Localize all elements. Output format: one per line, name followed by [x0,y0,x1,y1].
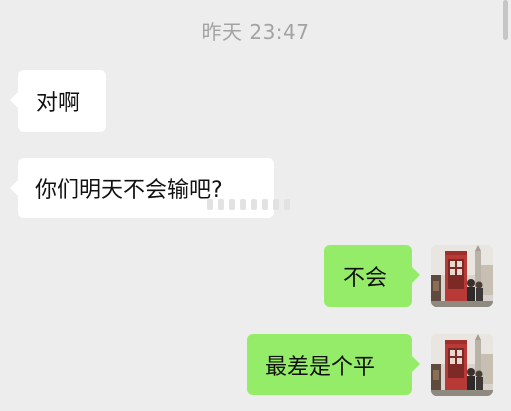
scrollbar[interactable] [503,0,508,40]
incoming-message-bubble[interactable]: 对啊 [10,70,106,132]
message-timestamp: 昨天 23:47 [201,20,310,44]
message-text: 你们明天不会输吧? [35,178,223,203]
message-text: 最差是个平 [265,354,376,380]
outgoing-message-bubble[interactable]: 不会 [324,245,420,307]
typing-indicator [207,196,302,212]
message-text: 不会 [343,266,388,291]
avatar-photo-icon [431,245,493,307]
avatar-photo-icon [431,334,493,396]
message-text: 对啊 [36,91,81,116]
user-avatar[interactable] [431,334,493,396]
outgoing-message-bubble[interactable]: 最差是个平 [247,334,420,395]
user-avatar[interactable] [431,245,493,307]
